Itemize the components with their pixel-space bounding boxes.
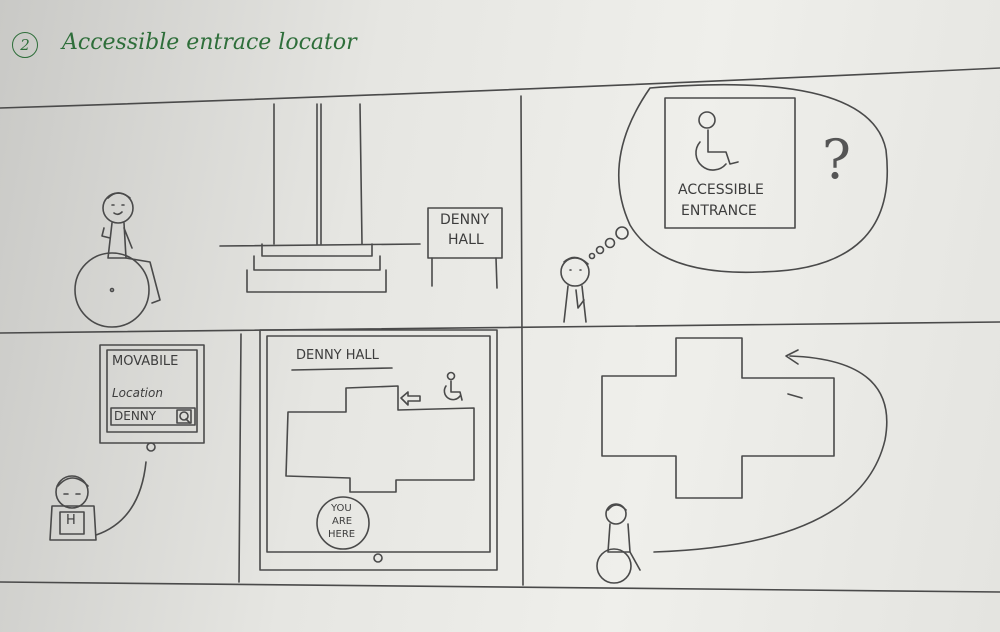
sign-text-line1: DENNY [440, 212, 490, 228]
you-are-here-line1: YOU [331, 503, 352, 514]
thinking-person-figure [560, 256, 590, 323]
storyboard-page: 2 Accessible entrace locator DENNY HALL … [0, 0, 1000, 632]
accessible-label-line1: ACCESSIBLE [678, 182, 764, 198]
you-are-here-line3: HERE [328, 529, 356, 540]
wheelchair-person-figure [74, 192, 161, 328]
search-icon [176, 409, 192, 424]
map-title: DENNY HALL [296, 348, 379, 363]
app-name: MOVABILE [112, 354, 179, 369]
phone-user-figure [49, 461, 147, 541]
accessible-label-line2: ENTRANCE [681, 203, 757, 219]
arrow-left-icon [400, 391, 421, 406]
location-label: Location [112, 386, 163, 400]
map-screen [259, 329, 498, 571]
question-mark: ? [822, 128, 851, 191]
cross-floor-plan [601, 337, 835, 499]
user-badge-letter: H [66, 513, 76, 528]
location-input[interactable]: DENNY [114, 409, 156, 423]
you-are-here-line2: ARE [332, 516, 353, 527]
title-number: 2 [12, 32, 38, 58]
sign-text-line2: HALL [448, 232, 484, 248]
route-path [653, 349, 888, 553]
small-wheelchair-figure [596, 503, 641, 584]
page-title: Accessible entrace locator [62, 30, 357, 55]
building-pillars [219, 103, 421, 293]
storyboard-sketch [0, 67, 1000, 593]
wheelchair-icon [443, 371, 463, 401]
wheelchair-icon [695, 111, 739, 171]
